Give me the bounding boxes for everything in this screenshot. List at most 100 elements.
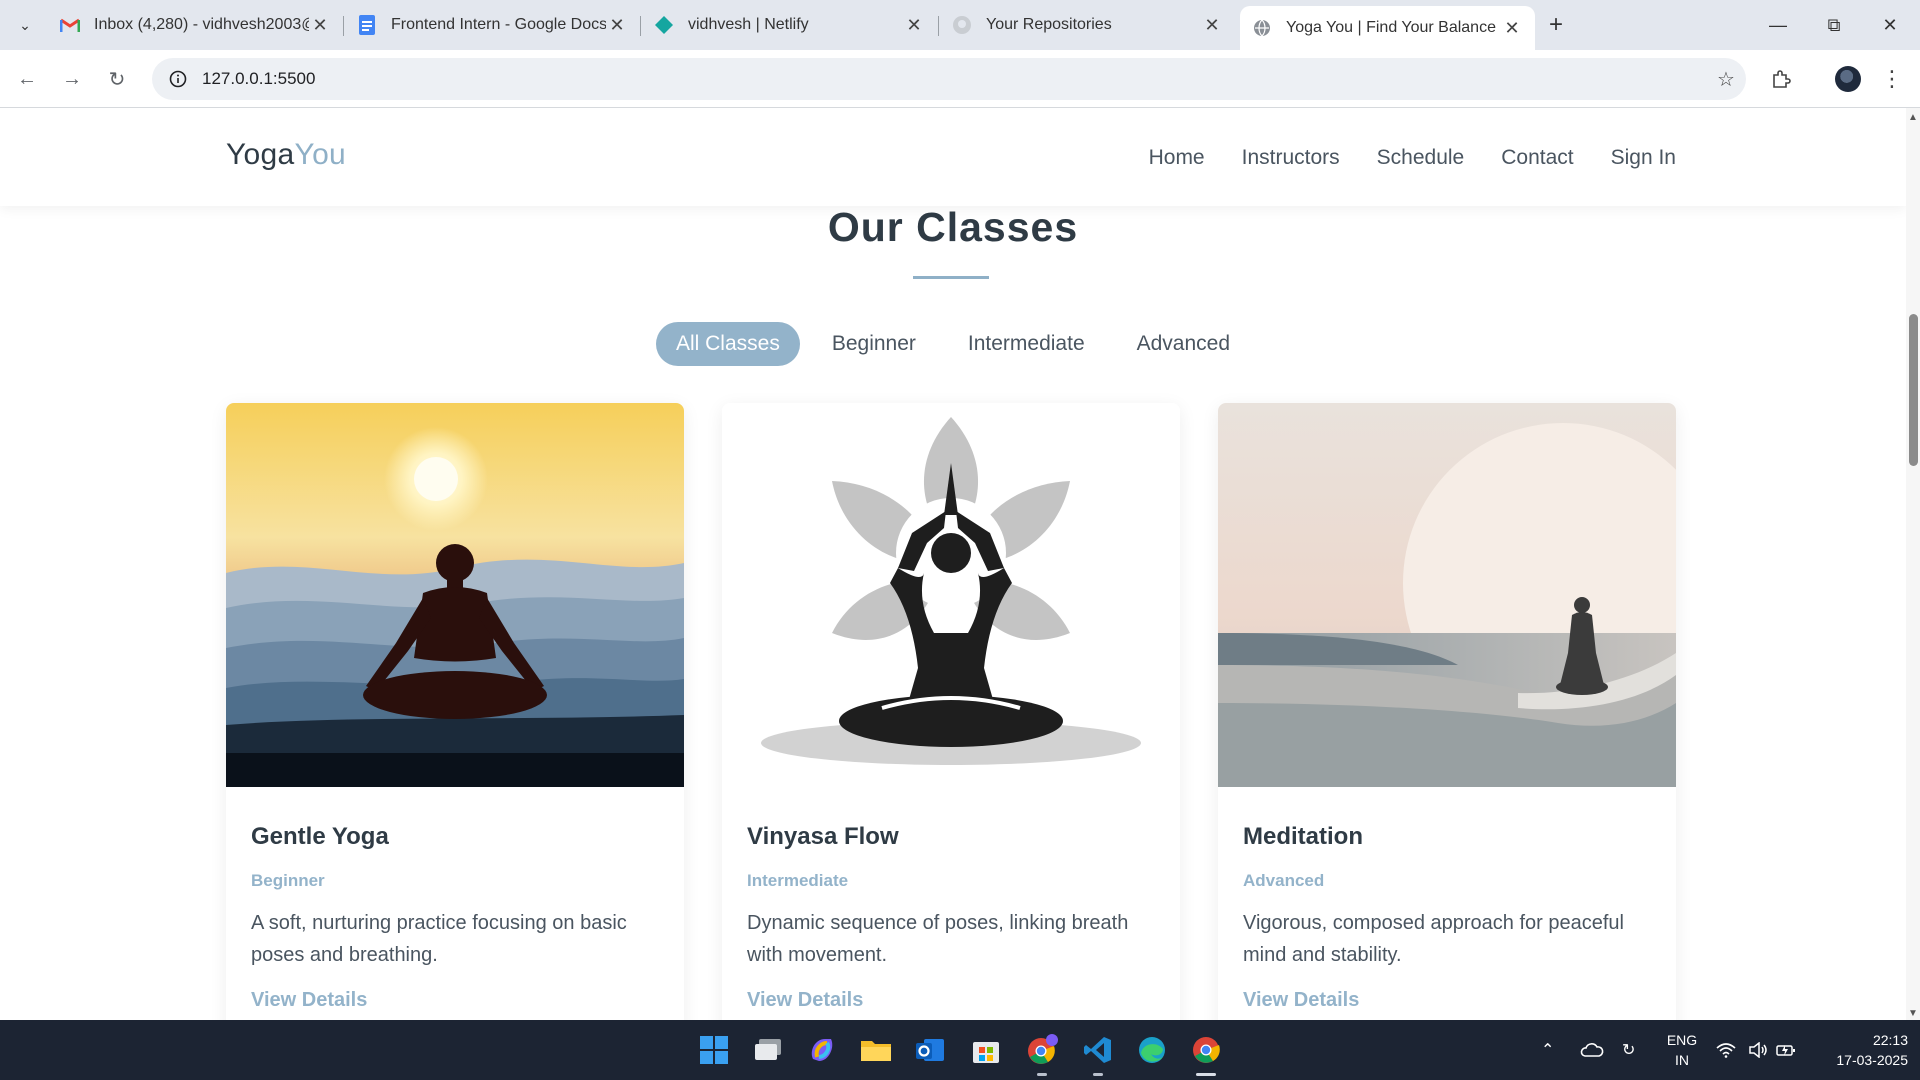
close-tab-icon[interactable]: ✕: [1201, 15, 1223, 36]
clock-time: 22:13: [1872, 1032, 1908, 1048]
filter-all-classes[interactable]: All Classes: [655, 322, 800, 366]
microsoft-store-icon[interactable]: [966, 1030, 1006, 1070]
view-details-link[interactable]: View Details: [1243, 989, 1359, 1012]
task-view-icon[interactable]: [748, 1030, 788, 1070]
system-clock[interactable]: 22:13 17-03-2025: [1804, 1030, 1908, 1070]
class-name: Meditation: [1243, 823, 1363, 850]
restore-icon: ⧉: [1827, 14, 1841, 35]
reload-icon: ↻: [108, 68, 126, 91]
url-text[interactable]: 127.0.0.1:5500: [202, 69, 1706, 89]
class-description: Vigorous, composed approach for peaceful…: [1243, 912, 1624, 966]
address-bar[interactable]: 127.0.0.1:5500 ☆: [152, 58, 1746, 100]
tab-yoga-you[interactable]: Yoga You | Find Your Balance ✕: [1240, 6, 1535, 50]
profile-avatar[interactable]: [1835, 66, 1861, 92]
browser-menu-button[interactable]: ⋮: [1880, 62, 1904, 96]
nav-schedule[interactable]: Schedule: [1377, 146, 1465, 170]
meditation-image: [1218, 403, 1676, 787]
edge-icon[interactable]: [1132, 1030, 1172, 1070]
bookmark-star-icon[interactable]: ☆: [1706, 67, 1746, 92]
close-tab-icon[interactable]: ✕: [606, 15, 628, 36]
close-window-button[interactable]: ✕: [1862, 0, 1918, 50]
close-tab-icon[interactable]: ✕: [309, 15, 331, 36]
chevron-down-icon: ⌄: [19, 16, 31, 33]
site-logo[interactable]: YogaYou: [226, 138, 346, 172]
filter-intermediate[interactable]: Intermediate: [948, 322, 1105, 366]
plus-icon: +: [1548, 11, 1563, 38]
filter-beginner[interactable]: Beginner: [812, 322, 936, 366]
scroll-thumb[interactable]: [1909, 314, 1918, 466]
site-header: YogaYou Home Instructors Schedule Contac…: [0, 108, 1906, 206]
filter-advanced[interactable]: Advanced: [1117, 322, 1250, 366]
running-indicator: [1093, 1073, 1103, 1076]
close-tab-icon[interactable]: ✕: [903, 15, 925, 36]
forward-button[interactable]: →: [55, 62, 89, 96]
scroll-up-arrow-icon[interactable]: ▲: [1906, 112, 1920, 123]
class-description: Dynamic sequence of poses, linking breat…: [747, 912, 1129, 966]
netlify-icon: [654, 15, 674, 35]
chrome-profile-icon[interactable]: [1022, 1030, 1062, 1070]
class-name: Vinyasa Flow: [747, 823, 899, 850]
chevron-up-icon: ⌃: [1541, 1042, 1555, 1059]
close-tab-icon[interactable]: ✕: [1501, 18, 1523, 39]
gmail-icon: [60, 15, 80, 35]
section-title: Our Classes: [827, 204, 1079, 250]
minimize-button[interactable]: —: [1750, 0, 1806, 50]
page-viewport: YogaYou Home Instructors Schedule Contac…: [0, 108, 1906, 1020]
page-scrollbar[interactable]: ▲ ▼: [1906, 108, 1920, 1020]
view-details-link[interactable]: View Details: [747, 989, 863, 1012]
tab-separator: [938, 16, 939, 36]
clock-date: 17-03-2025: [1836, 1052, 1908, 1068]
tab-title: Your Repositories: [986, 16, 1112, 33]
tab-gmail[interactable]: Inbox (4,280) - vidhvesh2003@g ✕: [48, 6, 343, 44]
file-explorer-icon[interactable]: [856, 1030, 896, 1070]
sync-icon[interactable]: ↻: [1622, 1020, 1635, 1080]
class-card-vinyasa-flow: Vinyasa Flow Intermediate Dynamic sequen…: [722, 403, 1180, 1020]
github-icon: [952, 15, 972, 35]
wifi-icon[interactable]: [1716, 1020, 1736, 1080]
region-code: IN: [1675, 1052, 1689, 1068]
tab-github[interactable]: Your Repositories ✕: [940, 6, 1235, 44]
puzzle-icon: [1773, 70, 1791, 88]
nav-contact[interactable]: Contact: [1501, 146, 1573, 170]
reload-button[interactable]: ↻: [100, 62, 134, 96]
class-filters: All Classes Beginner Intermediate Advanc…: [0, 322, 1906, 366]
scroll-down-arrow-icon[interactable]: ▼: [1906, 1008, 1920, 1020]
tab-separator: [343, 16, 344, 36]
extensions-button[interactable]: [1764, 62, 1798, 96]
nav-sign-in[interactable]: Sign In: [1611, 146, 1676, 170]
view-details-link[interactable]: View Details: [251, 989, 367, 1012]
windows-start-icon[interactable]: [694, 1030, 734, 1070]
language-code: ENG: [1666, 1032, 1698, 1048]
outlook-icon[interactable]: [910, 1030, 950, 1070]
nav-instructors[interactable]: Instructors: [1242, 146, 1340, 170]
restore-button[interactable]: ⧉: [1806, 0, 1862, 50]
nav-home[interactable]: Home: [1149, 146, 1205, 170]
chrome-icon[interactable]: [1186, 1030, 1226, 1070]
vscode-icon[interactable]: [1078, 1030, 1118, 1070]
site-info-icon[interactable]: [158, 70, 198, 88]
globe-icon: [1252, 18, 1272, 38]
volume-icon[interactable]: [1748, 1020, 1768, 1080]
show-hidden-icons-button[interactable]: ⌃: [1541, 1020, 1554, 1080]
browser-toolbar: ← → ↻ 127.0.0.1:5500 ☆: [0, 50, 1920, 108]
back-button[interactable]: ←: [10, 62, 44, 96]
onedrive-icon[interactable]: [1580, 1020, 1604, 1080]
kebab-menu-icon: ⋮: [1881, 66, 1903, 91]
tab-netlify[interactable]: vidhvesh | Netlify ✕: [642, 6, 937, 44]
input-language-indicator[interactable]: ENG IN: [1664, 1030, 1700, 1070]
new-tab-button[interactable]: +: [1542, 8, 1570, 42]
tab-google-docs[interactable]: Frontend Intern - Google Docs ✕: [345, 6, 640, 44]
tab-title: Yoga You | Find Your Balance: [1286, 19, 1496, 36]
minimize-icon: —: [1769, 14, 1787, 35]
tab-title: Inbox (4,280) - vidhvesh2003@g: [94, 16, 309, 33]
gentle-yoga-image: [226, 403, 684, 787]
class-description: A soft, nurturing practice focusing on b…: [251, 912, 627, 966]
arrow-left-icon: ←: [17, 67, 37, 90]
battery-icon[interactable]: [1776, 1020, 1796, 1080]
class-level: Advanced: [1243, 871, 1325, 890]
logo-main: Yoga: [226, 138, 295, 171]
tab-search-button[interactable]: ⌄: [6, 6, 44, 44]
arrow-right-icon: →: [62, 67, 82, 90]
copilot-icon[interactable]: [802, 1030, 842, 1070]
class-level: Beginner: [251, 871, 325, 890]
